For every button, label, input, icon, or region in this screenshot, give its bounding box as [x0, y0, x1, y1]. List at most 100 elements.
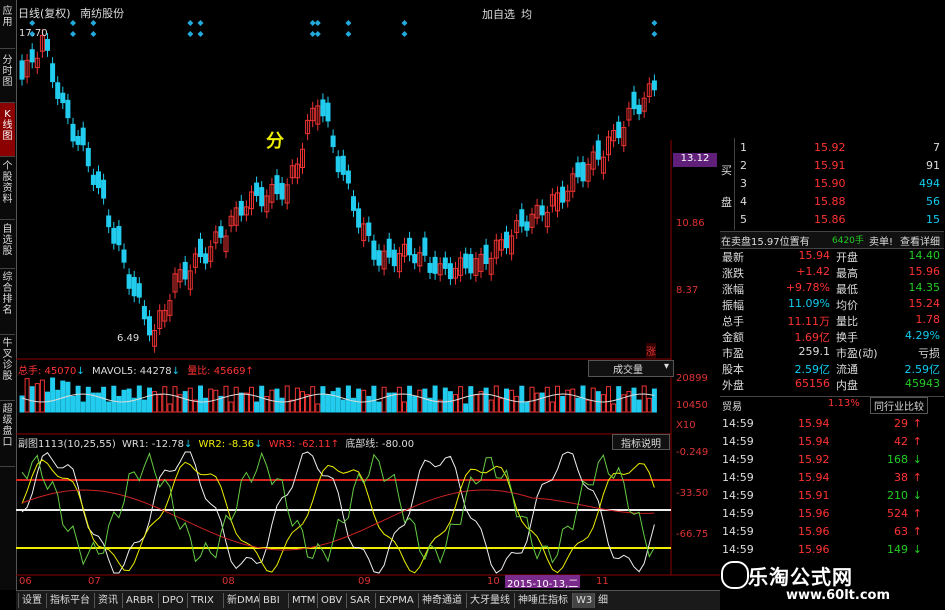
indicator-tab[interactable]: BBI [259, 593, 283, 608]
volume-bar [381, 386, 387, 413]
tick-volume: 42 [894, 435, 908, 448]
indicator-name[interactable]: 副图1113(10,25,55) [18, 439, 116, 450]
indicator-help-button[interactable]: 指标说明 [612, 434, 670, 450]
indicator-tab[interactable]: 神唾庄指标 [514, 593, 571, 608]
quote-key: 市盈 [722, 347, 744, 360]
kline-chart[interactable] [16, 20, 720, 590]
candle-body [504, 231, 509, 249]
bid-row[interactable]: 1 15.92 7 [734, 140, 944, 156]
candle-body [432, 256, 438, 274]
volume-bar [402, 401, 407, 413]
volume-bar [243, 392, 249, 413]
candle-body [376, 250, 382, 266]
tick-row: 14:59 15.94 42 ↑ [720, 434, 944, 450]
volume-bar [55, 389, 61, 413]
volume-bar [75, 385, 81, 413]
quote-row: 涨跌 +1.42 最高 15.96 [720, 264, 944, 280]
tab-level2[interactable]: 超级盘口 [0, 400, 15, 467]
quote-value: 2.59亿 [904, 363, 941, 376]
signal-diamond [197, 20, 204, 26]
bid-row[interactable]: 3 15.90 494 [734, 176, 944, 192]
candle-body [616, 121, 622, 139]
indicator-tab[interactable]: EXPMA [375, 593, 417, 608]
quote-value: 11.09% [788, 297, 830, 310]
tab-kline[interactable]: K线图 [0, 103, 15, 157]
alert-detail-link[interactable]: 查看详细 [900, 233, 940, 248]
indicator-tab[interactable]: TRIX [187, 593, 217, 608]
tick-time: 14:59 [722, 417, 754, 430]
tab-company-info[interactable]: 个股资料 [0, 157, 15, 220]
volume-bar [70, 395, 76, 413]
volume-bar [254, 401, 260, 413]
bid-price: 15.90 [814, 177, 846, 190]
tick-price: 15.96 [798, 525, 830, 538]
quote-key: 最新 [722, 251, 744, 264]
watermark-title: 乐淘公式网 [748, 565, 853, 589]
indicator-tab[interactable]: OBV [317, 593, 345, 608]
indicator-tab[interactable]: 大牙量线 [466, 593, 513, 608]
volume-axis-label: 20899 [676, 373, 708, 384]
bid-row[interactable]: 5 15.86 15 [734, 212, 944, 228]
candle-body [651, 80, 657, 91]
volume-bar [126, 388, 132, 413]
volume-bar [198, 385, 203, 413]
indicator-tab[interactable]: MTM [288, 593, 318, 608]
bid-level: 5 [740, 213, 747, 226]
volume-bar [111, 385, 117, 413]
indicator-tab[interactable]: 资讯 [94, 593, 121, 608]
candle-body [330, 135, 336, 148]
chart-period-label[interactable]: 日线(复权) [18, 7, 71, 20]
candle-body [182, 261, 188, 280]
bid-vol: 56 [926, 195, 940, 208]
indicator-tab[interactable]: SAR [346, 593, 373, 608]
indicator-tab[interactable]: ARBR [122, 593, 157, 608]
signal-diamond [70, 31, 76, 37]
quote-value: 15.24 [908, 297, 941, 310]
candle-body [131, 276, 137, 297]
quote-value: 15.96 [908, 265, 941, 278]
indicator-tab[interactable]: 设置 [18, 593, 45, 608]
signal-diamond [401, 20, 408, 26]
tab-diagnosis[interactable]: 牛叉诊股 [0, 334, 15, 401]
candle-body [575, 162, 581, 178]
volume-dropdown[interactable]: 成交量 ▾ [588, 360, 674, 377]
industry-compare-button[interactable]: 同行业比较 [870, 397, 928, 414]
volume-bar [300, 391, 305, 413]
indicator-tab[interactable]: 新DMA [223, 593, 263, 608]
tab-ranking[interactable]: 综合排名 [0, 268, 15, 335]
left-toolbar: 应用 分时图 K线图 个股资料 自选股 综合排名 牛叉诊股 超级盘口 [0, 0, 17, 590]
volume-bar [498, 397, 504, 413]
bid-price: 15.86 [814, 213, 846, 226]
volume-bar [519, 385, 525, 413]
indicator-tab[interactable]: DPO [158, 593, 187, 608]
candle-body [126, 274, 132, 289]
order-alert-bar[interactable]: 在卖盘15.97位置有 6420手 卖单! 查看详细 [720, 231, 944, 249]
signal-diamond [314, 20, 321, 26]
volume-bar [641, 385, 647, 413]
quote-key: 量比 [836, 315, 858, 328]
volume-bar [172, 386, 178, 413]
tab-app[interactable]: 应用 [0, 0, 15, 49]
volume-bar [238, 392, 244, 413]
indicator-tab[interactable]: 指标平台 [46, 593, 93, 608]
volume-bar [376, 401, 382, 413]
volume-bars [19, 377, 657, 413]
indicator-tab[interactable]: W3 [572, 593, 596, 608]
bid-row[interactable]: 4 15.88 56 [734, 194, 944, 210]
quote-value: 4.29% [905, 329, 940, 342]
signal-diamond [345, 31, 352, 37]
tick-row: 14:59 15.94 38 ↑ [720, 470, 944, 486]
tab-watchlist[interactable]: 自选股 [0, 220, 15, 269]
indicator-tab[interactable]: 神奇通道 [418, 593, 465, 608]
bid-row[interactable]: 2 15.91 91 [734, 158, 944, 174]
tab-intraday[interactable]: 分时图 [0, 49, 15, 103]
candle-body [238, 200, 244, 216]
indicator-tab[interactable]: 细 [594, 593, 611, 608]
quote-key: 总手 [722, 315, 744, 328]
quote-value: +1.42 [796, 265, 830, 278]
tick-row: 14:59 15.96 524 ↑ [720, 506, 944, 522]
bid-label-char: 盘 [721, 196, 732, 209]
candle-body [463, 253, 469, 269]
volume-bar [310, 386, 316, 413]
rise-badge: 涨 [646, 343, 656, 358]
